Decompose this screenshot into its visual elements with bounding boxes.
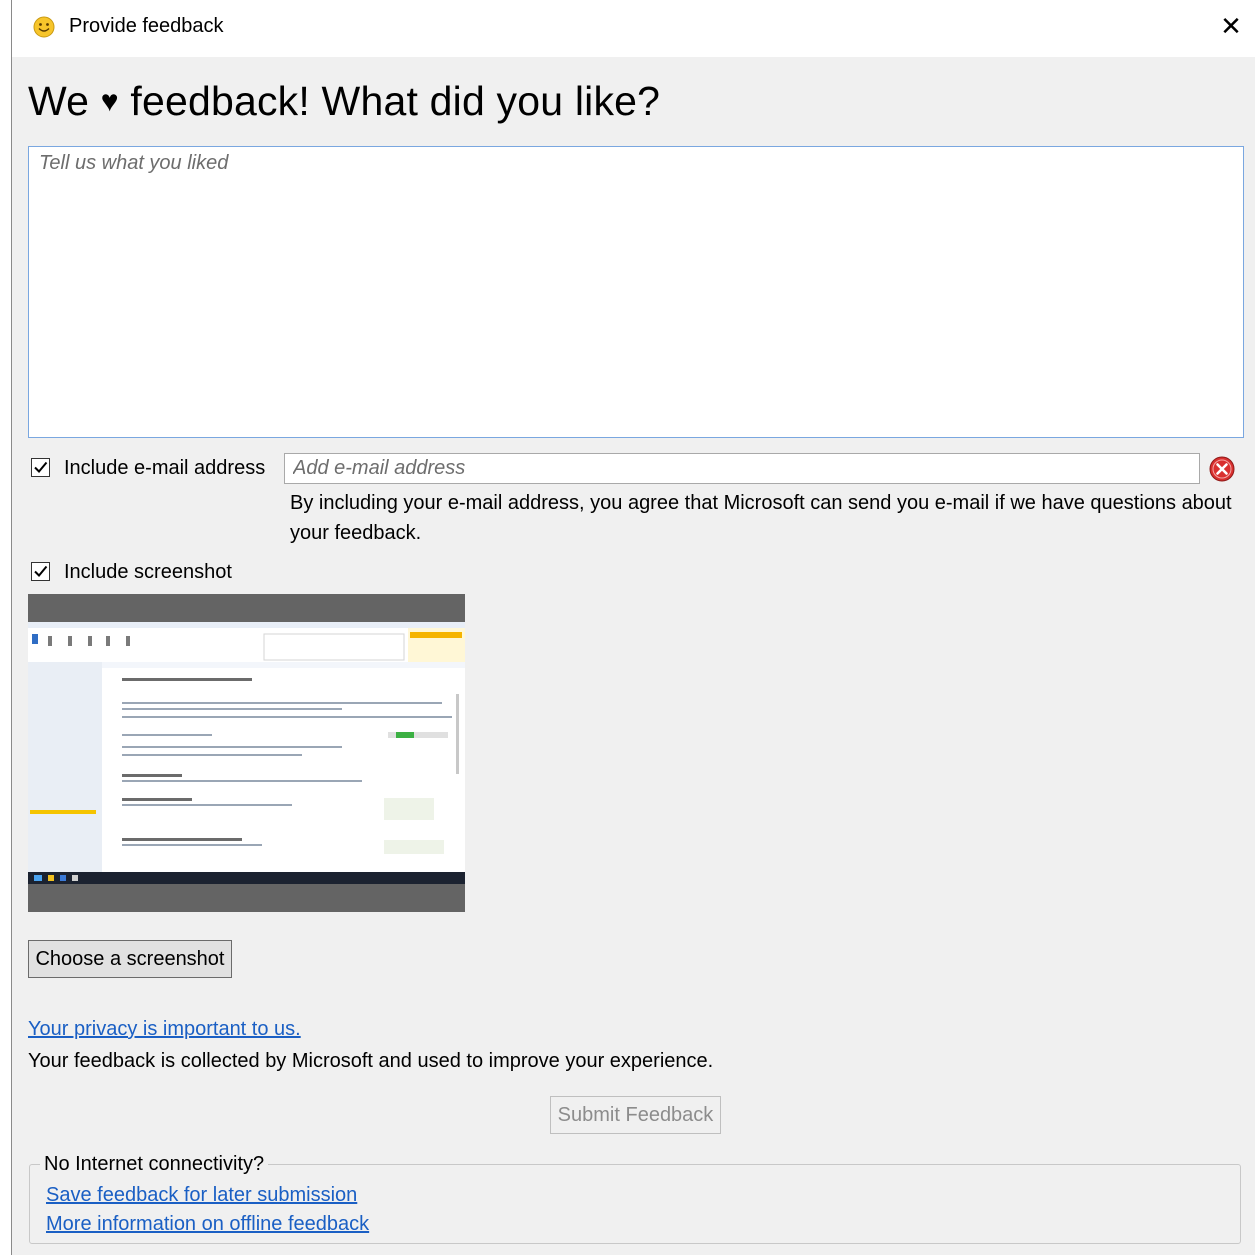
page-heading: We ♥ feedback! What did you like? [28,78,660,125]
screenshot-thumbnail [28,622,465,884]
include-screenshot-checkbox[interactable] [31,562,50,581]
screenshot-preview [28,594,465,912]
save-feedback-later-link[interactable]: Save feedback for later submission [46,1184,357,1207]
privacy-link[interactable]: Your privacy is important to us. [28,1018,301,1041]
offline-info-link[interactable]: More information on offline feedback [46,1213,369,1236]
heading-text-we: We [28,78,90,124]
privacy-statement: Your feedback is collected by Microsoft … [28,1050,714,1072]
choose-screenshot-button[interactable]: Choose a screenshot [28,940,232,978]
checkmark-icon [34,461,48,473]
title-bar: Provide feedback ✕ [12,0,1255,57]
heart-icon: ♥ [100,85,119,118]
window-left-edge [0,0,12,1255]
include-email-label[interactable]: Include e-mail address [64,457,265,480]
include-screenshot-label[interactable]: Include screenshot [64,561,232,584]
email-consent-note: By including your e-mail address, you ag… [290,492,1232,544]
close-icon[interactable]: ✕ [1213,8,1249,44]
window-title: Provide feedback [69,15,224,37]
feedback-textarea[interactable] [28,146,1244,438]
offline-legend: No Internet connectivity? [40,1153,269,1176]
clear-email-icon[interactable] [1208,455,1236,483]
checkmark-icon [34,565,48,577]
email-field[interactable] [284,453,1200,484]
heading-text-rest: feedback! What did you like? [130,78,661,124]
include-email-checkbox[interactable] [31,458,50,477]
smiley-icon [33,16,55,38]
submit-feedback-button[interactable]: Submit Feedback [550,1096,721,1134]
